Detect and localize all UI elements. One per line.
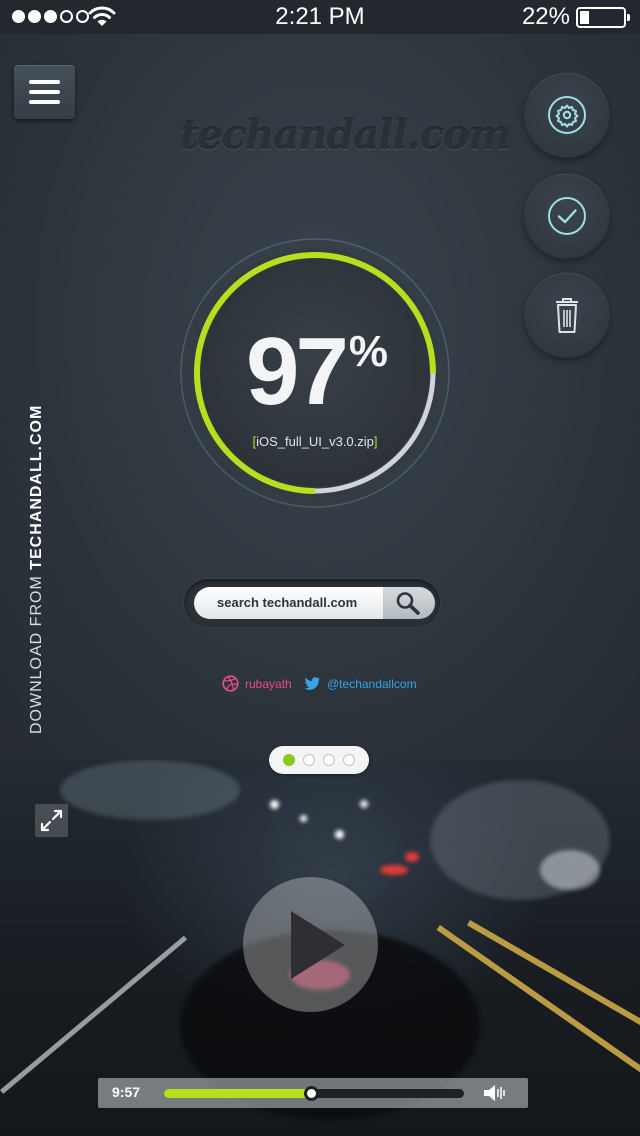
status-bar: 2:21 PM 22% <box>0 0 640 34</box>
playback-time: 9:57 <box>112 1084 141 1100</box>
scene-light <box>360 800 368 808</box>
seek-progress <box>164 1089 311 1098</box>
play-icon <box>291 911 345 979</box>
battery-icon <box>576 7 630 28</box>
delete-button[interactable] <box>525 273 609 357</box>
scene-light <box>380 865 408 875</box>
progress-percent-value: 97 <box>246 318 349 425</box>
download-banner: DOWNLOAD FROM TECHANDALL.COM <box>28 405 46 734</box>
twitter-link[interactable]: @techandallcom <box>304 675 417 692</box>
hamburger-icon-bar <box>29 80 60 84</box>
menu-button[interactable] <box>14 65 75 119</box>
trash-icon <box>556 298 578 333</box>
battery-percent: 22% <box>521 3 570 30</box>
download-progress-ring: 97% [iOS_full_UI_v3.0.zip] <box>178 236 452 510</box>
scene-light <box>270 800 279 809</box>
page-indicator <box>269 746 369 774</box>
site-logo: techandall.com <box>180 112 511 159</box>
dribbble-icon <box>222 675 239 692</box>
battery-level <box>580 11 589 24</box>
page-dot[interactable] <box>343 754 355 766</box>
player-controls: 9:57 <box>98 1078 528 1108</box>
download-banner-prefix: DOWNLOAD FROM <box>28 569 45 734</box>
search-bar: search techandall.com <box>184 579 440 627</box>
page-dot[interactable] <box>303 754 315 766</box>
scene-light <box>60 760 240 820</box>
download-banner-site: TECHANDALL.COM <box>28 404 45 570</box>
search-button[interactable] <box>383 587 435 619</box>
dribbble-handle: rubayath <box>245 676 292 691</box>
page-dot[interactable] <box>283 754 295 766</box>
progress-percent-sign: % <box>348 327 388 376</box>
seek-handle[interactable] <box>304 1086 319 1101</box>
dribbble-link[interactable]: rubayath <box>222 675 292 692</box>
settings-button[interactable] <box>525 73 609 157</box>
scene-light <box>300 815 307 822</box>
hamburger-icon-bar <box>29 100 60 104</box>
fullscreen-button[interactable] <box>35 804 68 837</box>
video-player: 9:57 <box>0 760 640 1136</box>
page-dot[interactable] <box>323 754 335 766</box>
progress-percent: 97% <box>178 324 452 420</box>
search-input[interactable]: search techandall.com <box>194 587 384 619</box>
road-marking <box>467 920 640 1056</box>
hamburger-icon-bar <box>29 90 60 94</box>
file-bracket-close: ] <box>373 434 378 449</box>
confirm-button[interactable] <box>525 174 609 258</box>
road-marking <box>0 935 188 1094</box>
play-button[interactable] <box>243 877 378 1012</box>
file-name: iOS_full_UI_v3.0.zip <box>256 434 374 449</box>
file-name-label: [iOS_full_UI_v3.0.zip] <box>178 434 452 449</box>
search-icon <box>396 592 420 615</box>
download-panel: techandall.com 97% [iOS_full_UI_v3.0.zip… <box>0 34 640 760</box>
seek-bar[interactable] <box>164 1086 464 1101</box>
scene-light <box>405 852 419 862</box>
twitter-icon <box>304 677 320 690</box>
gear-icon <box>548 96 586 134</box>
expand-icon <box>40 809 63 832</box>
scene-light <box>335 830 344 839</box>
volume-icon[interactable] <box>482 1083 508 1103</box>
twitter-handle: @techandallcom <box>327 676 417 691</box>
check-icon <box>548 197 586 235</box>
scene-light <box>540 850 600 890</box>
